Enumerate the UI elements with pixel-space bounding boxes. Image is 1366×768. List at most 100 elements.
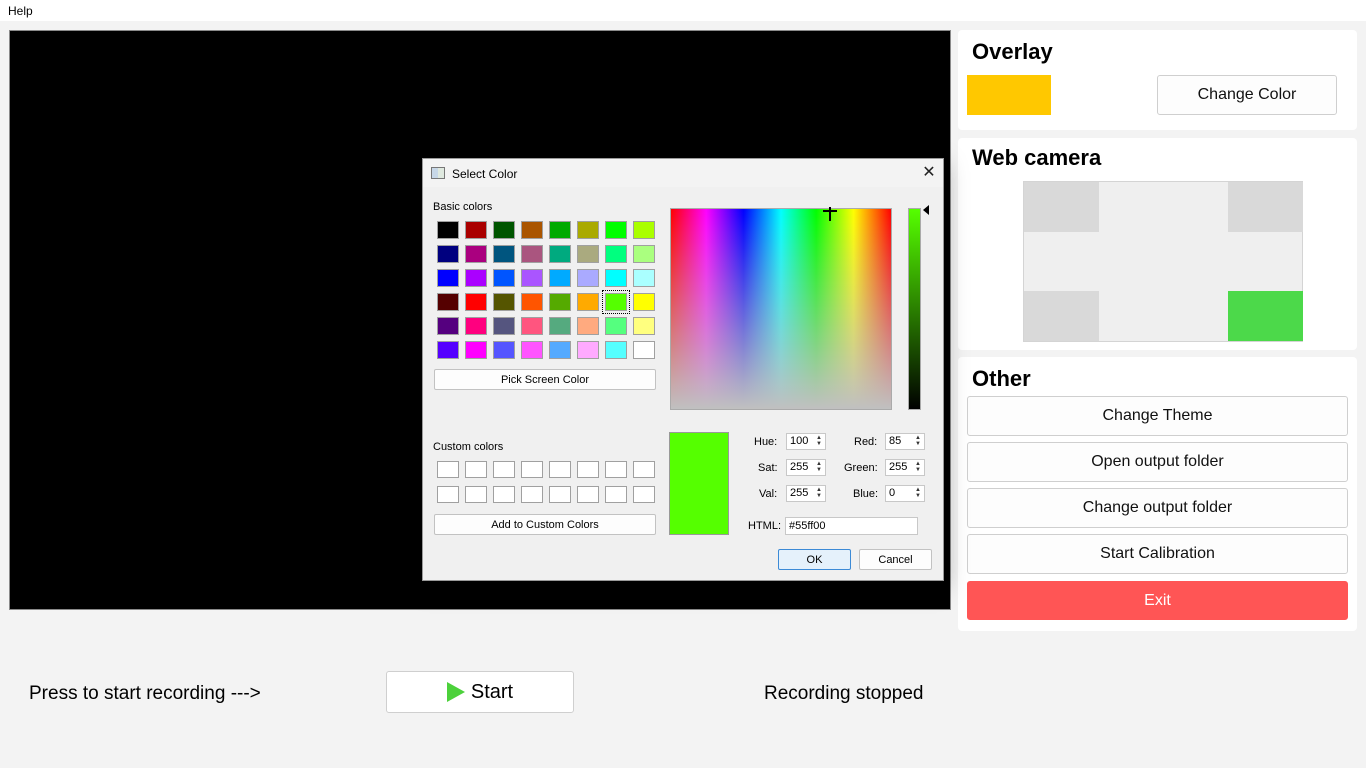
basic-color-swatch[interactable] bbox=[465, 341, 487, 359]
basic-color-swatch[interactable] bbox=[437, 341, 459, 359]
luminance-slider[interactable] bbox=[908, 208, 921, 410]
webcam-corner-bottom-left[interactable] bbox=[1024, 291, 1099, 341]
basic-color-swatch[interactable] bbox=[633, 221, 655, 239]
custom-color-swatch[interactable] bbox=[465, 461, 487, 478]
custom-color-swatch[interactable] bbox=[605, 461, 627, 478]
basic-color-swatch[interactable] bbox=[633, 245, 655, 263]
basic-color-swatch[interactable] bbox=[605, 221, 627, 239]
pick-screen-color-button[interactable]: Pick Screen Color bbox=[434, 369, 656, 390]
basic-color-swatch[interactable] bbox=[605, 245, 627, 263]
basic-color-swatch[interactable] bbox=[493, 293, 515, 311]
basic-color-swatch[interactable] bbox=[633, 269, 655, 287]
basic-color-swatch[interactable] bbox=[465, 317, 487, 335]
basic-color-swatch[interactable] bbox=[493, 341, 515, 359]
webcam-corner-bottom-right[interactable] bbox=[1228, 291, 1303, 341]
custom-color-swatch[interactable] bbox=[437, 486, 459, 503]
spin-arrows-icon[interactable]: ▲ ▼ bbox=[913, 435, 923, 448]
val-spinbox[interactable]: 255 ▲ ▼ bbox=[786, 485, 826, 502]
basic-color-swatch[interactable] bbox=[493, 269, 515, 287]
basic-color-swatch[interactable] bbox=[605, 269, 627, 287]
basic-color-swatch[interactable] bbox=[605, 341, 627, 359]
dialog-titlebar[interactable]: Select Color ✕ bbox=[423, 159, 943, 187]
basic-color-swatch[interactable] bbox=[521, 341, 543, 359]
basic-color-swatch[interactable] bbox=[465, 245, 487, 263]
custom-color-swatch[interactable] bbox=[633, 486, 655, 503]
basic-color-swatch[interactable] bbox=[437, 269, 459, 287]
basic-color-swatch[interactable] bbox=[633, 341, 655, 359]
custom-color-swatch[interactable] bbox=[605, 486, 627, 503]
basic-color-swatch[interactable] bbox=[577, 317, 599, 335]
start-recording-button[interactable]: Start bbox=[386, 671, 574, 713]
basic-color-swatch[interactable] bbox=[465, 269, 487, 287]
change-theme-button[interactable]: Change Theme bbox=[967, 396, 1348, 436]
color-spectrum-picker[interactable] bbox=[670, 207, 892, 410]
basic-color-swatch[interactable] bbox=[437, 221, 459, 239]
basic-color-swatch[interactable] bbox=[437, 245, 459, 263]
basic-color-swatch[interactable] bbox=[577, 269, 599, 287]
basic-color-swatch[interactable] bbox=[577, 245, 599, 263]
custom-color-swatch[interactable] bbox=[437, 461, 459, 478]
custom-color-swatch[interactable] bbox=[577, 486, 599, 503]
spin-arrows-icon[interactable]: ▲ ▼ bbox=[913, 461, 923, 474]
close-icon[interactable]: ✕ bbox=[919, 163, 939, 183]
custom-color-swatch[interactable] bbox=[521, 486, 543, 503]
luminance-pointer-icon[interactable] bbox=[923, 205, 929, 215]
basic-color-swatch[interactable] bbox=[605, 317, 627, 335]
basic-color-swatch[interactable] bbox=[437, 317, 459, 335]
change-color-button[interactable]: Change Color bbox=[1157, 75, 1337, 115]
basic-color-swatch[interactable] bbox=[577, 293, 599, 311]
basic-color-swatch[interactable] bbox=[493, 245, 515, 263]
basic-color-swatch[interactable] bbox=[549, 293, 571, 311]
webcam-corner-top-left[interactable] bbox=[1024, 182, 1099, 232]
menu-help[interactable]: Help bbox=[8, 4, 33, 18]
spin-arrows-icon[interactable]: ▲ ▼ bbox=[814, 435, 824, 448]
add-to-custom-colors-button[interactable]: Add to Custom Colors bbox=[434, 514, 656, 535]
basic-color-swatch[interactable] bbox=[521, 245, 543, 263]
webcam-position-selector bbox=[1023, 181, 1303, 342]
spin-arrows-icon[interactable]: ▲ ▼ bbox=[913, 487, 923, 500]
custom-color-swatch[interactable] bbox=[493, 486, 515, 503]
basic-color-swatch[interactable] bbox=[549, 245, 571, 263]
change-output-folder-button[interactable]: Change output folder bbox=[967, 488, 1348, 528]
basic-color-swatch[interactable] bbox=[493, 221, 515, 239]
basic-color-swatch[interactable] bbox=[633, 293, 655, 311]
open-output-folder-button[interactable]: Open output folder bbox=[967, 442, 1348, 482]
cancel-button[interactable]: Cancel bbox=[859, 549, 932, 570]
basic-color-swatch[interactable] bbox=[633, 317, 655, 335]
custom-color-swatch[interactable] bbox=[493, 461, 515, 478]
ok-button[interactable]: OK bbox=[778, 549, 851, 570]
basic-color-swatch[interactable] bbox=[549, 341, 571, 359]
custom-color-swatch[interactable] bbox=[549, 461, 571, 478]
basic-color-swatch[interactable] bbox=[521, 221, 543, 239]
spin-arrows-icon[interactable]: ▲ ▼ bbox=[814, 487, 824, 500]
basic-color-swatch[interactable] bbox=[521, 293, 543, 311]
start-calibration-button[interactable]: Start Calibration bbox=[967, 534, 1348, 574]
basic-color-swatch[interactable] bbox=[521, 269, 543, 287]
custom-color-swatch[interactable] bbox=[465, 486, 487, 503]
basic-color-swatch[interactable] bbox=[577, 221, 599, 239]
basic-color-swatch[interactable] bbox=[549, 317, 571, 335]
custom-color-swatch[interactable] bbox=[633, 461, 655, 478]
custom-color-swatch[interactable] bbox=[521, 461, 543, 478]
basic-color-swatch[interactable] bbox=[549, 269, 571, 287]
spin-arrows-icon[interactable]: ▲ ▼ bbox=[814, 461, 824, 474]
basic-color-swatch[interactable] bbox=[549, 221, 571, 239]
basic-color-swatch[interactable] bbox=[437, 293, 459, 311]
basic-color-swatch[interactable] bbox=[602, 290, 630, 314]
basic-color-swatch[interactable] bbox=[493, 317, 515, 335]
custom-color-swatch[interactable] bbox=[577, 461, 599, 478]
hue-spinbox[interactable]: 100 ▲ ▼ bbox=[786, 433, 826, 450]
basic-color-swatch[interactable] bbox=[465, 221, 487, 239]
green-spinbox[interactable]: 255 ▲ ▼ bbox=[885, 459, 925, 476]
basic-color-swatch[interactable] bbox=[465, 293, 487, 311]
html-color-input[interactable]: #55ff00 bbox=[785, 517, 918, 535]
custom-color-swatch[interactable] bbox=[549, 486, 571, 503]
red-spinbox[interactable]: 85 ▲ ▼ bbox=[885, 433, 925, 450]
val-label: Val: bbox=[759, 488, 778, 500]
basic-color-swatch[interactable] bbox=[521, 317, 543, 335]
sat-spinbox[interactable]: 255 ▲ ▼ bbox=[786, 459, 826, 476]
webcam-corner-top-right[interactable] bbox=[1228, 182, 1303, 232]
exit-button[interactable]: Exit bbox=[967, 581, 1348, 620]
basic-color-swatch[interactable] bbox=[577, 341, 599, 359]
blue-spinbox[interactable]: 0 ▲ ▼ bbox=[885, 485, 925, 502]
